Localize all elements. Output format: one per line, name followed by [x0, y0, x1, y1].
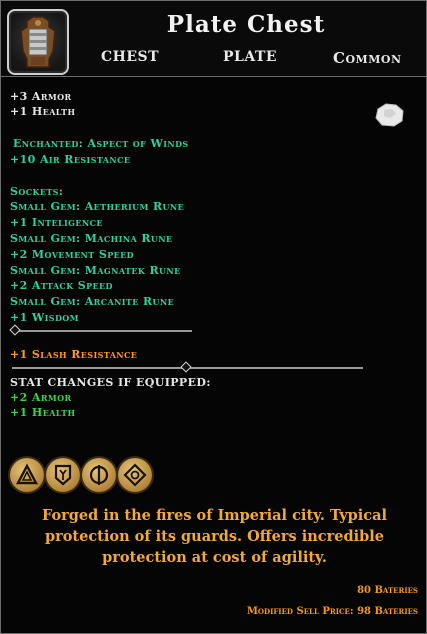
- item-tooltip: Plate Chest CHEST PLATE Common +3 Armor …: [0, 0, 427, 634]
- magnatek-rune-icon[interactable]: [82, 458, 116, 492]
- compare-line: +2 Armor: [10, 391, 72, 404]
- socket-line: Small Gem: Aetherium Rune: [10, 200, 185, 213]
- stone-icon: [375, 103, 404, 127]
- compare-line: +1 Health: [10, 406, 76, 419]
- socket-line: +1 Wisdom: [10, 311, 79, 324]
- item-rarity: Common: [333, 49, 402, 67]
- divider-slider-1: [12, 330, 192, 332]
- divider-knob-2: [180, 361, 192, 373]
- socket-line: +2 Attack Speed: [10, 279, 113, 292]
- aetherium-rune-icon[interactable]: [10, 458, 44, 492]
- base-stat-health: +1 Health: [10, 105, 76, 118]
- socket-line: Small Gem: Magnatek Rune: [10, 264, 181, 277]
- base-price: 80 Bateries: [357, 585, 418, 596]
- socket-line: Small Gem: Machina Rune: [10, 232, 173, 245]
- socket-line: +1 Inteligence: [10, 216, 103, 229]
- modified-sell-price: Modified Sell Price: 98 Bateries: [247, 606, 418, 617]
- tooltip-header: Plate Chest CHEST PLATE Common: [1, 1, 426, 77]
- compare-header: STAT CHANGES IF EQUIPPED:: [10, 376, 211, 389]
- arcanite-rune-icon[interactable]: [118, 458, 152, 492]
- enchant-title: Enchanted: Aspect of Winds: [13, 137, 189, 150]
- item-description: Forged in the fires of Imperial city. Ty…: [41, 507, 388, 566]
- bonus-stat: +1 Slash Resistance: [10, 348, 138, 361]
- socket-line: Small Gem: Arcanite Rune: [10, 295, 175, 308]
- socket-line: +2 Movement Speed: [10, 248, 134, 261]
- enchant-effect: +10 Air Resistance: [10, 153, 131, 166]
- plate-chest-armor-icon: [7, 9, 69, 75]
- machina-rune-icon[interactable]: [46, 458, 80, 492]
- item-name: Plate Chest: [166, 11, 326, 38]
- item-type: PLATE: [223, 49, 278, 65]
- divider-knob-1: [9, 324, 21, 336]
- modified-sell-price-label: Modified Sell Price:: [246, 606, 354, 617]
- item-slot: CHEST: [101, 49, 160, 65]
- base-stat-armor: +3 Armor: [10, 90, 72, 103]
- sockets-header: Sockets:: [10, 185, 64, 198]
- modified-sell-price-value: 98 Bateries: [357, 606, 418, 617]
